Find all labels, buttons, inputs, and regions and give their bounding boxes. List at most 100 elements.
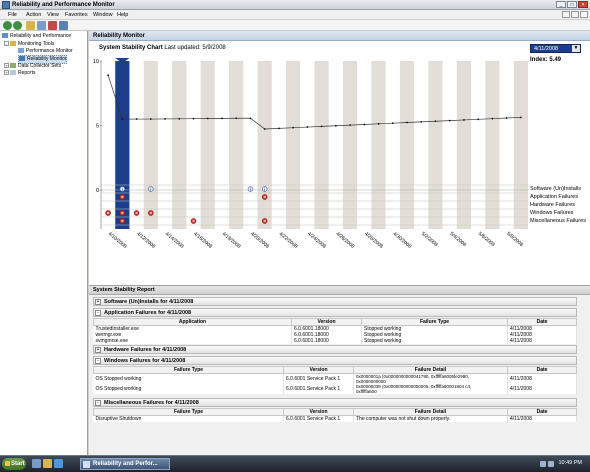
forward-icon[interactable]	[13, 21, 22, 30]
day-column[interactable]	[428, 61, 443, 229]
folder-icon[interactable]	[26, 21, 35, 30]
tree-item-root[interactable]: Reliability and Performance	[2, 33, 71, 40]
chevron-down-icon[interactable]: ▼	[572, 45, 580, 52]
selected-day-column[interactable]	[115, 61, 130, 229]
table-row[interactable]: OS Stopped working 6.0.6001 Service Pack…	[93, 373, 577, 384]
table-row[interactable]: Disruptive Shutdown 6.0.6001 Service Pack…	[93, 415, 577, 422]
network-icon[interactable]	[540, 461, 546, 467]
column-header[interactable]: Failure Detail	[353, 366, 508, 374]
table-row[interactable]: OS Stopped working 6.0.6001 Service Pack…	[93, 384, 577, 394]
column-header[interactable]: Application	[93, 318, 292, 326]
day-column[interactable]	[328, 61, 343, 229]
data-point	[164, 118, 166, 120]
section-application[interactable]: - Application Failures for 4/11/2008	[93, 308, 577, 317]
expand-icon[interactable]: +	[95, 299, 101, 305]
day-column[interactable]	[143, 61, 158, 229]
explorer-icon[interactable]	[43, 459, 52, 468]
minimize-button[interactable]: _	[556, 1, 566, 8]
day-column[interactable]	[172, 61, 187, 229]
day-column[interactable]	[342, 61, 358, 229]
column-header[interactable]: Failure Type	[361, 318, 508, 326]
volume-icon[interactable]	[548, 461, 554, 467]
column-header[interactable]: Failure Type	[93, 366, 284, 374]
tree-item-data-collector-sets[interactable]: + Data Collector Sets	[4, 63, 61, 70]
tree-item-monitoring-tools[interactable]: - Monitoring Tools	[4, 41, 54, 48]
column-header[interactable]: Version	[283, 366, 354, 374]
day-column[interactable]	[357, 61, 372, 229]
data-point	[406, 121, 408, 124]
table-row[interactable]: svmgmrse.exe 6.0.6001.18000 Stopped workin…	[93, 338, 577, 344]
data-point	[334, 124, 337, 127]
taskbar-item-reliability[interactable]: Reliability and Perfor...	[80, 458, 170, 470]
section-windows[interactable]: - Windows Failures for 4/11/2008	[93, 356, 577, 365]
help-icon[interactable]	[59, 21, 68, 30]
section-software[interactable]: + Software (Un)Installs for 4/11/2008	[93, 297, 577, 306]
day-column[interactable]	[399, 61, 415, 229]
menu-view[interactable]: View	[47, 11, 59, 19]
date-select[interactable]: 4/11/2008 ▼	[530, 44, 581, 53]
day-column[interactable]	[485, 61, 500, 229]
day-column[interactable]	[243, 61, 258, 229]
column-header[interactable]: Version	[291, 318, 362, 326]
menu-help[interactable]: Help	[117, 11, 128, 19]
day-column[interactable]	[414, 61, 429, 229]
day-column[interactable]	[200, 61, 215, 229]
start-button[interactable]: Start	[2, 458, 26, 470]
stability-chart[interactable]: 0 5 10 i i i i × × × × × × × × × 4/10/2008 4/12/2008 4/14/…	[89, 42, 530, 285]
child-minimize-button[interactable]	[562, 11, 570, 18]
tree-item-performance-monitor[interactable]: Performance Monitor	[18, 48, 73, 55]
menu-favorites[interactable]: Favorites	[65, 11, 88, 19]
section-hardware[interactable]: + Hardware Failures for 4/11/2008	[93, 345, 577, 354]
column-header[interactable]: Date	[507, 318, 577, 326]
stability-index: Index: 5.49	[530, 57, 562, 63]
back-icon[interactable]	[3, 21, 12, 30]
day-column[interactable]	[286, 61, 301, 229]
day-column[interactable]	[257, 61, 272, 229]
expand-icon[interactable]: +	[95, 347, 101, 353]
child-restore-button[interactable]	[571, 11, 579, 18]
column-header[interactable]: Failure Type	[93, 408, 284, 416]
console-tree-icon[interactable]	[37, 21, 46, 30]
expand-icon[interactable]: +	[4, 63, 9, 68]
day-column[interactable]	[471, 61, 486, 229]
quick-launch-icon[interactable]	[32, 459, 41, 468]
collapse-icon[interactable]: -	[95, 358, 101, 364]
day-column[interactable]	[214, 61, 230, 229]
day-column[interactable]	[385, 61, 400, 229]
day-column[interactable]	[101, 61, 116, 229]
day-column[interactable]	[229, 61, 244, 229]
properties-icon[interactable]	[48, 21, 57, 30]
column-header[interactable]: Date	[507, 408, 577, 416]
day-column[interactable]	[157, 61, 173, 229]
day-column[interactable]	[371, 61, 386, 229]
data-point	[178, 117, 181, 120]
error-icon-glyph: ×	[263, 195, 266, 200]
collapse-icon[interactable]: -	[95, 310, 101, 316]
panel-title: Reliability Monitor	[89, 31, 590, 41]
expand-icon[interactable]: +	[4, 70, 9, 75]
collapse-icon[interactable]: -	[95, 400, 101, 406]
column-header[interactable]: Version	[283, 408, 354, 416]
menu-file[interactable]: File	[8, 11, 17, 19]
day-column[interactable]	[186, 61, 201, 229]
column-header[interactable]: Date	[507, 366, 577, 374]
day-column[interactable]	[271, 61, 287, 229]
day-column[interactable]	[499, 61, 514, 229]
day-column[interactable]	[300, 61, 315, 229]
collapse-icon[interactable]: -	[4, 41, 9, 46]
menu-window[interactable]: Window	[93, 11, 113, 19]
day-column[interactable]	[456, 61, 472, 229]
day-column[interactable]	[442, 61, 457, 229]
day-column[interactable]	[314, 61, 329, 229]
section-misc[interactable]: - Miscellaneous Failures for 4/11/2008	[93, 398, 577, 407]
close-button[interactable]: ×	[578, 1, 588, 8]
maximize-button[interactable]: □	[567, 1, 577, 8]
column-header[interactable]: Failure Detail	[353, 408, 508, 416]
browser-icon[interactable]	[54, 459, 63, 468]
child-close-button[interactable]	[580, 11, 588, 18]
day-column[interactable]	[129, 61, 144, 229]
x-tick-label: 4/26/2008	[335, 231, 356, 250]
menu-action[interactable]: Action	[26, 11, 41, 19]
day-column[interactable]	[513, 61, 528, 229]
tree-item-reports[interactable]: + Reports	[4, 70, 36, 77]
